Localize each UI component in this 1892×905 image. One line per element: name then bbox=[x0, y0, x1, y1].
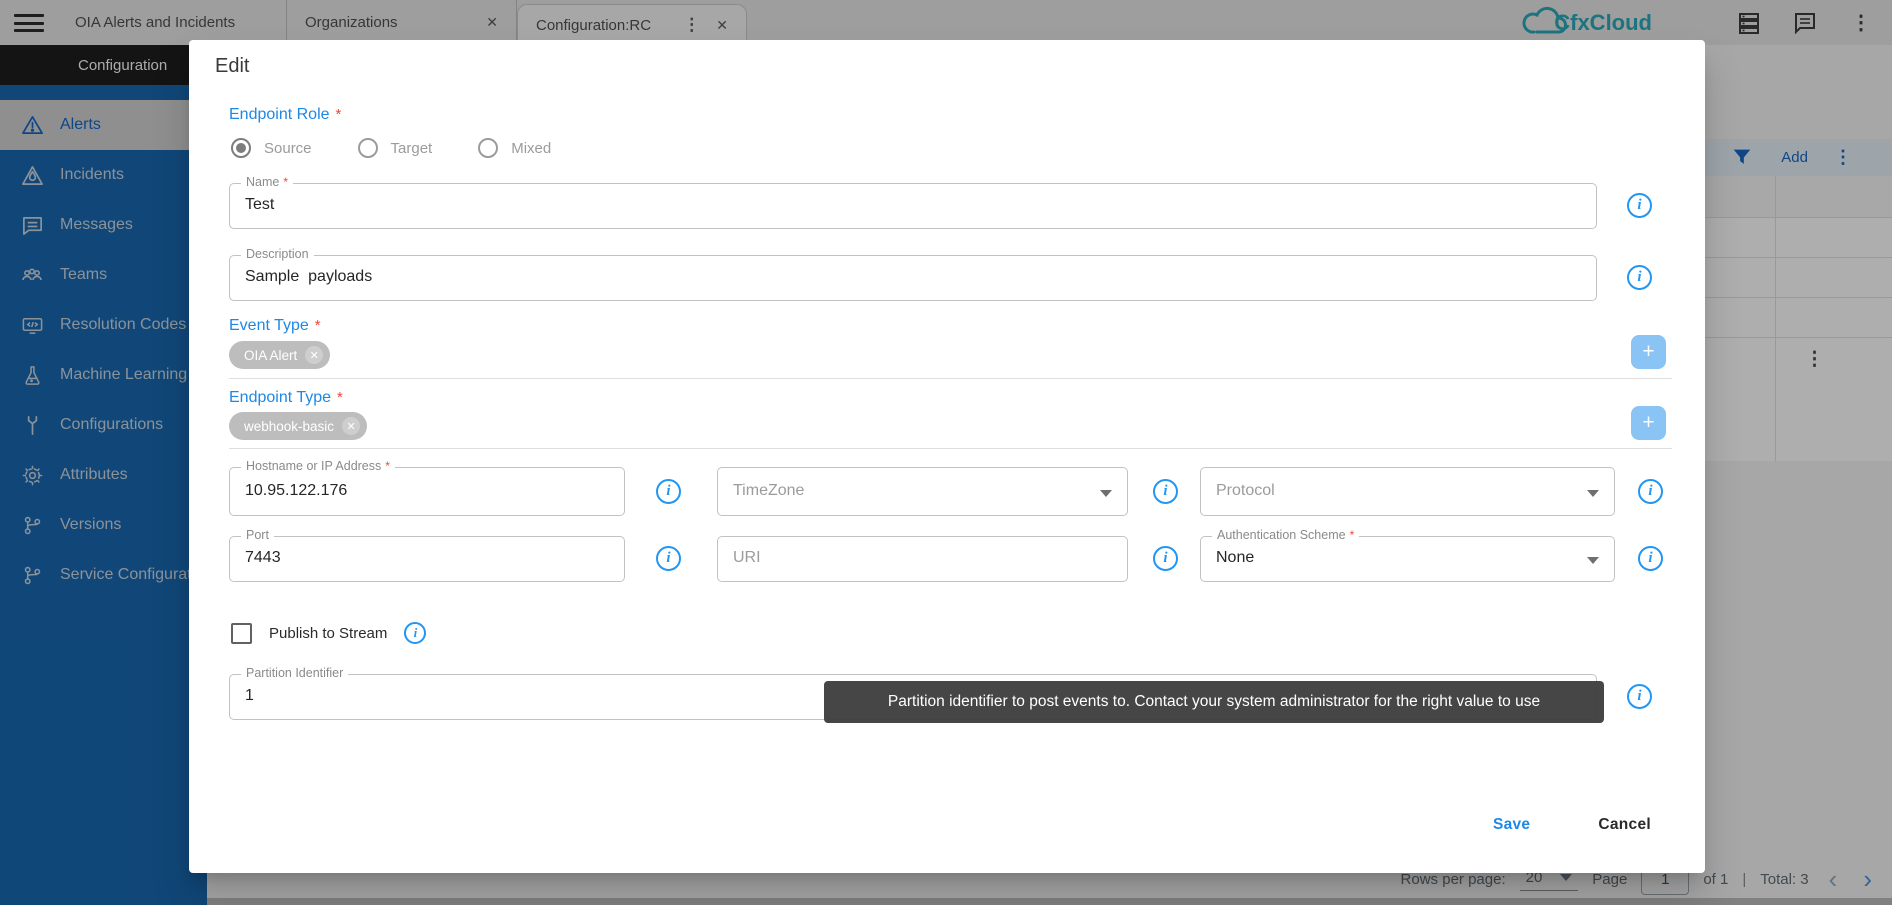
field-label: Description bbox=[241, 247, 314, 261]
endpoint-type-label: Endpoint Type * bbox=[229, 389, 343, 407]
chip-remove-icon[interactable]: ✕ bbox=[305, 346, 323, 364]
info-icon[interactable]: i bbox=[1638, 546, 1663, 571]
publish-to-stream-checkbox[interactable] bbox=[231, 623, 252, 644]
chip-webhook-basic[interactable]: webhook-basic ✕ bbox=[229, 412, 367, 440]
endpoint-role-radio-group: Source Target Mixed bbox=[231, 138, 551, 158]
select-placeholder: Protocol bbox=[1216, 482, 1275, 500]
divider bbox=[229, 378, 1672, 379]
info-icon[interactable]: i bbox=[1627, 684, 1652, 709]
protocol-select[interactable]: Protocol bbox=[1200, 467, 1615, 516]
field-label: Partition Identifier bbox=[241, 666, 348, 680]
name-field[interactable]: Name* Test bbox=[229, 183, 1597, 229]
event-type-label: Event Type * bbox=[229, 317, 321, 335]
required-marker: * bbox=[315, 317, 321, 334]
radio-label: Mixed bbox=[511, 140, 551, 157]
chevron-down-icon bbox=[1587, 490, 1599, 497]
label-text: Event Type bbox=[229, 317, 309, 334]
label-text: Endpoint Role bbox=[229, 106, 330, 123]
field-value: 1 bbox=[245, 687, 254, 705]
checkbox-label: Publish to Stream bbox=[269, 625, 387, 642]
label-text: Endpoint Type bbox=[229, 389, 331, 406]
info-icon[interactable]: i bbox=[1627, 265, 1652, 290]
select-value: None bbox=[1216, 549, 1254, 567]
info-icon[interactable]: i bbox=[656, 546, 681, 571]
chip-remove-icon[interactable]: ✕ bbox=[342, 417, 360, 435]
cancel-button[interactable]: Cancel bbox=[1586, 808, 1663, 842]
field-placeholder: URI bbox=[733, 549, 761, 567]
auth-scheme-select[interactable]: Authentication Scheme* None bbox=[1200, 536, 1615, 582]
info-icon[interactable]: i bbox=[404, 622, 426, 644]
edit-dialog: Edit Endpoint Role* Source Target Mixed … bbox=[189, 40, 1705, 873]
field-label: Port bbox=[241, 528, 274, 542]
dialog-actions: Save Cancel bbox=[1481, 808, 1663, 842]
info-icon[interactable]: i bbox=[1153, 546, 1178, 571]
info-icon[interactable]: i bbox=[1627, 193, 1652, 218]
select-placeholder: TimeZone bbox=[733, 482, 804, 500]
divider bbox=[229, 448, 1672, 449]
radio-label: Target bbox=[391, 140, 433, 157]
app-root: OIA Alerts and Incidents Organizations ✕… bbox=[0, 0, 1892, 905]
field-label: Authentication Scheme* bbox=[1212, 528, 1359, 542]
radio-target[interactable]: Target bbox=[358, 138, 433, 158]
endpoint-role-label: Endpoint Role * bbox=[229, 106, 341, 124]
field-value: 10.95.122.176 bbox=[245, 482, 347, 500]
info-icon[interactable]: i bbox=[1638, 479, 1663, 504]
chevron-down-icon bbox=[1587, 557, 1599, 564]
endpoint-type-chips: webhook-basic ✕ bbox=[229, 412, 367, 440]
field-label: Name* bbox=[241, 175, 293, 189]
uri-field[interactable]: URI bbox=[717, 536, 1128, 582]
info-icon[interactable]: i bbox=[1153, 479, 1178, 504]
hostname-field[interactable]: Hostname or IP Address* 10.95.122.176 bbox=[229, 467, 625, 516]
field-label: Hostname or IP Address* bbox=[241, 459, 395, 473]
save-button[interactable]: Save bbox=[1481, 808, 1542, 842]
info-icon[interactable]: i bbox=[656, 479, 681, 504]
publish-to-stream-row: Publish to Stream i bbox=[231, 622, 426, 644]
required-marker: * bbox=[337, 389, 343, 406]
required-marker: * bbox=[336, 106, 342, 123]
radio-source[interactable]: Source bbox=[231, 138, 312, 158]
partition-tooltip: Partition identifier to post events to. … bbox=[824, 681, 1604, 723]
radio-label: Source bbox=[264, 140, 312, 157]
port-field[interactable]: Port 7443 bbox=[229, 536, 625, 582]
chip-oia-alert[interactable]: OIA Alert ✕ bbox=[229, 341, 330, 369]
chip-label: webhook-basic bbox=[244, 419, 334, 434]
chip-label: OIA Alert bbox=[244, 348, 297, 363]
radio-icon bbox=[231, 138, 251, 158]
description-field[interactable]: Description Sample payloads bbox=[229, 255, 1597, 301]
field-value: Sample payloads bbox=[245, 268, 372, 286]
radio-mixed[interactable]: Mixed bbox=[478, 138, 551, 158]
radio-icon bbox=[478, 138, 498, 158]
timezone-select[interactable]: TimeZone bbox=[717, 467, 1128, 516]
dialog-title: Edit bbox=[215, 55, 249, 78]
chevron-down-icon bbox=[1100, 490, 1112, 497]
event-type-add-button[interactable]: + bbox=[1631, 335, 1666, 369]
field-value: Test bbox=[245, 196, 274, 214]
radio-icon bbox=[358, 138, 378, 158]
event-type-chips: OIA Alert ✕ bbox=[229, 341, 330, 369]
endpoint-type-add-button[interactable]: + bbox=[1631, 406, 1666, 440]
field-value: 7443 bbox=[245, 549, 281, 567]
